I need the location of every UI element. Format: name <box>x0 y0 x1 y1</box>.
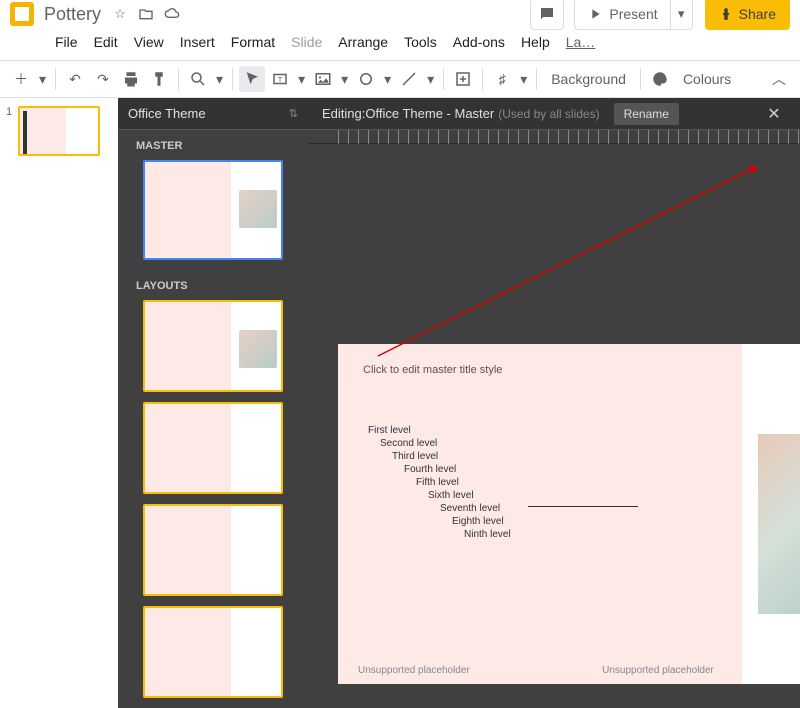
menu-bar: File Edit View Insert Format Slide Arran… <box>0 28 800 60</box>
layout-thumbnail-3[interactable] <box>143 504 283 596</box>
master-panel: Office Theme ⇅ MASTER LAYOUTS <box>118 98 308 708</box>
zoom-dropdown[interactable]: ▾ <box>213 66 226 92</box>
level-2: Second level <box>380 437 511 450</box>
present-button[interactable]: Present <box>574 0 670 30</box>
background-button[interactable]: Background <box>543 71 634 87</box>
line-dropdown[interactable]: ▾ <box>424 66 437 92</box>
level-4: Fourth level <box>404 463 511 476</box>
present-dropdown-button[interactable]: ▾ <box>671 0 693 30</box>
slide-number: 1 <box>6 106 12 118</box>
star-icon[interactable]: ☆ <box>110 4 130 24</box>
master-section-label: MASTER <box>118 130 308 160</box>
rename-button[interactable]: Rename <box>614 103 679 125</box>
insert-placeholder-button[interactable] <box>450 66 476 92</box>
textbox-tool[interactable]: T <box>267 66 293 92</box>
menu-format[interactable]: Format <box>224 30 282 54</box>
colours-icon[interactable] <box>647 66 673 92</box>
image-tool[interactable] <box>310 66 336 92</box>
menu-addons[interactable]: Add-ons <box>446 30 512 54</box>
menu-view[interactable]: View <box>127 30 171 54</box>
hide-menus-button[interactable]: ︿ <box>766 66 792 92</box>
footer-center-placeholder[interactable]: Unsupported placeholder <box>478 665 800 676</box>
menu-file[interactable]: File <box>48 30 85 54</box>
layout-thumbnail-4[interactable] <box>143 606 283 698</box>
filmstrip: 1 <box>0 98 118 708</box>
textbox-dropdown[interactable]: ▾ <box>295 66 308 92</box>
level-9: Ninth level <box>464 528 511 541</box>
menu-slide: Slide <box>284 30 329 54</box>
menu-arrange[interactable]: Arrange <box>331 30 395 54</box>
editor-header: Editing: Office Theme - Master (Used by … <box>308 98 800 130</box>
layout-thumbnail-1[interactable] <box>143 300 283 392</box>
editing-prefix: Editing: <box>322 106 365 121</box>
menu-tools[interactable]: Tools <box>397 30 444 54</box>
menu-insert[interactable]: Insert <box>173 30 222 54</box>
grid-button[interactable]: ♯ <box>489 66 515 92</box>
comments-button[interactable] <box>530 0 564 30</box>
svg-text:T: T <box>278 75 283 84</box>
move-icon[interactable] <box>136 4 156 24</box>
new-slide-button[interactable]: ＋ <box>8 66 34 92</box>
level-3: Third level <box>392 450 511 463</box>
theme-dropdown-icon[interactable]: ⇅ <box>289 107 298 120</box>
image-dropdown[interactable]: ▾ <box>338 66 351 92</box>
grid-dropdown[interactable]: ▾ <box>517 66 530 92</box>
level-8: Eighth level <box>452 515 511 528</box>
menu-help[interactable]: Help <box>514 30 557 54</box>
editing-subtitle: (Used by all slides) <box>498 107 599 121</box>
colours-button[interactable]: Colours <box>675 71 739 87</box>
new-slide-dropdown[interactable]: ▾ <box>36 66 49 92</box>
level-6: Sixth level <box>428 489 511 502</box>
cloud-status-icon[interactable] <box>162 4 182 24</box>
horizontal-ruler[interactable] <box>308 130 800 144</box>
editing-title: Office Theme - Master <box>365 106 494 121</box>
level-7: Seventh level <box>440 502 511 515</box>
shape-tool[interactable] <box>353 66 379 92</box>
filmstrip-slide-1[interactable] <box>18 106 100 156</box>
body-placeholder[interactable]: First level Second level Third level Fou… <box>368 424 511 541</box>
editor-area: Editing: Office Theme - Master (Used by … <box>308 98 800 708</box>
toolbar: ＋ ▾ ↶ ↷ ▾ T ▾ ▾ ▾ ▾ ♯ ▾ Background Colou… <box>0 60 800 98</box>
undo-button[interactable]: ↶ <box>62 66 88 92</box>
redo-button[interactable]: ↷ <box>90 66 116 92</box>
print-button[interactable] <box>118 66 144 92</box>
shape-dropdown[interactable]: ▾ <box>381 66 394 92</box>
master-slide-canvas[interactable]: Click to edit master title style First l… <box>338 344 778 684</box>
paint-format-button[interactable] <box>146 66 172 92</box>
footer-left-placeholder[interactable]: Unsupported placeholder <box>358 665 478 676</box>
layout-thumbnail-2[interactable] <box>143 402 283 494</box>
level-5: Fifth level <box>416 476 511 489</box>
title-placeholder[interactable]: Click to edit master title style <box>358 359 758 383</box>
close-master-button[interactable]: ✕ <box>762 102 786 126</box>
document-title[interactable]: Pottery <box>44 4 101 25</box>
image-placeholder[interactable] <box>758 434 800 614</box>
menu-edit[interactable]: Edit <box>87 30 125 54</box>
line-tool[interactable] <box>396 66 422 92</box>
share-button[interactable]: Share <box>705 0 790 30</box>
theme-header[interactable]: Office Theme ⇅ <box>118 98 308 130</box>
canvas-area[interactable]: Click to edit master title style First l… <box>308 144 800 708</box>
slides-logo[interactable] <box>10 2 34 26</box>
zoom-button[interactable] <box>185 66 211 92</box>
select-tool[interactable] <box>239 66 265 92</box>
master-thumbnail[interactable] <box>143 160 283 260</box>
layouts-section-label: LAYOUTS <box>118 270 308 300</box>
menu-last-edit[interactable]: La… <box>559 30 603 54</box>
level-1: First level <box>368 424 511 437</box>
